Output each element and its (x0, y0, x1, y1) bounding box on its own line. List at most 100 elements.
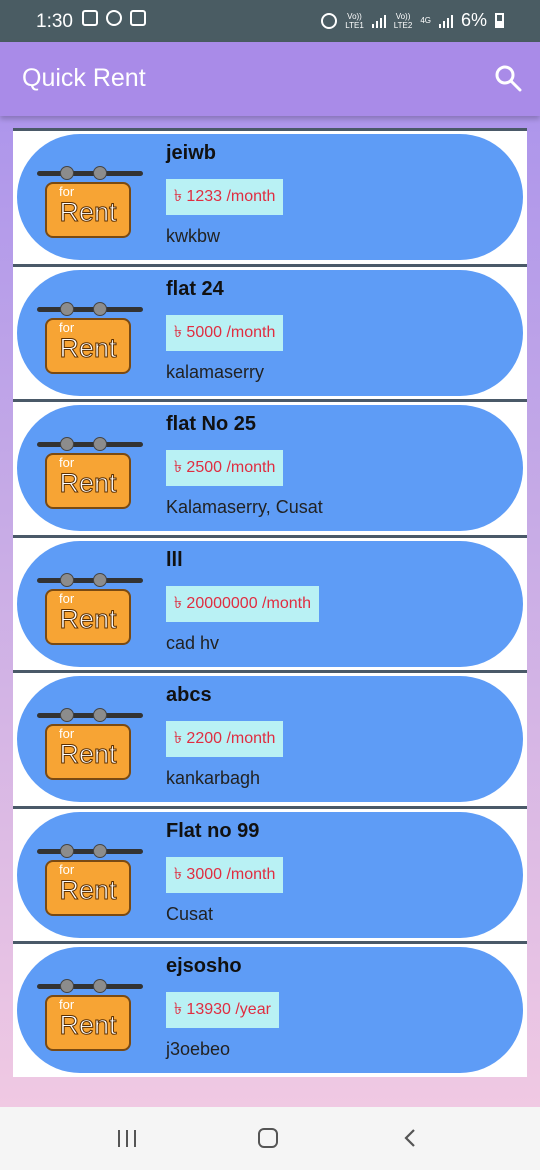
sign-rod (37, 848, 143, 854)
list-item[interactable]: for Rent flat 24 ৳ 5000 /month kalamaserry (13, 263, 527, 400)
list-item[interactable]: for Rent ejsosho ৳ 13930 /year j3oebeo (13, 941, 527, 1077)
home-icon[interactable] (258, 1128, 278, 1148)
listing-price: ৳ 2500 /month (166, 450, 284, 486)
sign-board: for Rent (45, 182, 131, 238)
listing-card[interactable]: for Rent flat 24 ৳ 5000 /month kalamaserry (17, 269, 523, 396)
listing-list[interactable]: for Rent jeiwb ৳ 1233 /month kwkbw for Rent fla… (13, 128, 527, 1077)
sign-hook (60, 572, 74, 587)
sign-hook (93, 437, 107, 451)
for-rent-sign-icon: for Rent (37, 301, 143, 376)
list-item[interactable]: for Rent lll ৳ 20000000 /month cad hv (13, 534, 527, 671)
listing-location: kankarbagh (166, 768, 261, 788)
sign-hook (93, 166, 107, 180)
sign-hook (93, 301, 107, 316)
sign-hook (60, 843, 74, 858)
listing-price: ৳ 20000000 /month (166, 585, 319, 622)
listing-location: kalamaserry (166, 361, 265, 382)
sign-rent-text: Rent (59, 468, 117, 499)
listing-card[interactable]: for Rent ejsosho ৳ 13930 /year j3oebeo (17, 947, 523, 1073)
sign-hook (60, 979, 74, 993)
listing-location: Cusat (166, 903, 214, 924)
network-type: 4G (420, 16, 431, 25)
for-rent-sign-icon: for Rent (37, 979, 143, 1053)
listing-title: flat No 25 (166, 413, 257, 435)
sign-hook (60, 708, 74, 722)
signal-icon (371, 14, 386, 28)
divider (13, 805, 527, 809)
app-content: Quick Rent for Rent jeiwb ৳ 1233 /month kwkb… (0, 42, 540, 1107)
listing-price: ৳ 1233 /month (166, 179, 284, 215)
battery-percent: 6% (460, 10, 487, 30)
listing-location: cad hv (166, 632, 220, 653)
sign-rod (37, 442, 143, 447)
listing-title: ejsosho (166, 955, 242, 977)
listing-card[interactable]: for Rent lll ৳ 20000000 /month cad hv (17, 540, 523, 667)
for-rent-sign-icon: for Rent (37, 572, 143, 647)
listing-card[interactable]: for Rent Flat no 99 ৳ 3000 /month Cusat (17, 811, 523, 938)
for-rent-sign-icon: for Rent (37, 708, 143, 782)
alarm-icon (321, 12, 338, 29)
app-title: Quick Rent (22, 64, 146, 92)
message-icon (130, 10, 146, 26)
divider (13, 128, 527, 131)
signal-icon (438, 14, 453, 28)
sign-rent-text: Rent (59, 603, 117, 634)
sign-hook (60, 437, 74, 451)
gallery-icon (82, 10, 98, 26)
divider (13, 263, 527, 267)
listing-title: lll (166, 548, 183, 571)
search-icon[interactable] (494, 64, 522, 92)
divider (13, 399, 527, 402)
sign-rod (37, 577, 143, 583)
sign-board: for Rent (45, 995, 131, 1051)
whatsapp-icon (106, 10, 122, 26)
sign-hook (93, 843, 107, 858)
sim2-label: Vo)) LTE2 (393, 11, 413, 30)
back-icon[interactable] (400, 1127, 422, 1149)
list-item[interactable]: for Rent Flat no 99 ৳ 3000 /month Cusat (13, 805, 527, 942)
battery-icon (495, 13, 504, 28)
sign-rent-text: Rent (59, 197, 117, 228)
listing-title: Flat no 99 (166, 819, 260, 842)
sign-hook (93, 979, 107, 993)
for-rent-sign-icon: for Rent (37, 437, 143, 511)
list-item[interactable]: for Rent flat No 25 ৳ 2500 /month Kalamaserr… (13, 399, 527, 535)
listing-location: kwkbw (166, 226, 221, 246)
listing-title: jeiwb (166, 142, 217, 164)
sign-rod (37, 713, 143, 718)
sign-hook (60, 166, 74, 180)
listing-card[interactable]: for Rent flat No 25 ৳ 2500 /month Kalamaserr… (17, 405, 523, 531)
sign-rent-text: Rent (59, 874, 117, 905)
status-bar: 1:30 Vo)) LTE1 Vo)) LTE2 4G 6% (0, 0, 540, 42)
divider (13, 941, 527, 944)
listing-card[interactable]: for Rent abcs ৳ 2200 /month kankarbagh (17, 676, 523, 802)
sign-hook (93, 572, 107, 587)
list-item[interactable]: for Rent abcs ৳ 2200 /month kankarbagh (13, 670, 527, 806)
list-item[interactable]: for Rent jeiwb ৳ 1233 /month kwkbw (13, 128, 527, 264)
sign-board: for Rent (45, 453, 131, 509)
sign-board: for Rent (45, 588, 131, 645)
listing-card[interactable]: for Rent jeiwb ৳ 1233 /month kwkbw (17, 134, 523, 260)
sign-hook (60, 301, 74, 316)
sign-board: for Rent (45, 859, 131, 916)
listing-location: Kalamaserry, Cusat (166, 497, 323, 517)
sign-rent-text: Rent (59, 739, 117, 770)
listing-price: ৳ 13930 /year (166, 992, 279, 1028)
status-time: 1:30 (36, 11, 73, 32)
listing-price: ৳ 5000 /month (166, 314, 284, 351)
for-rent-sign-icon: for Rent (37, 166, 143, 240)
listing-price: ৳ 2200 /month (166, 721, 284, 757)
navigation-bar (0, 1107, 540, 1170)
sign-rod (37, 171, 143, 176)
listing-location: j3oebeo (166, 1039, 231, 1059)
sign-board: for Rent (45, 317, 131, 374)
sim1-label: Vo)) LTE1 (345, 11, 364, 30)
sign-rent-text: Rent (59, 332, 117, 363)
notification-icons (82, 10, 146, 26)
recents-icon[interactable] (118, 1130, 138, 1147)
app-bar: Quick Rent (0, 42, 540, 116)
listing-title: flat 24 (166, 277, 224, 300)
listing-title: abcs (166, 684, 212, 706)
sign-rent-text: Rent (59, 1010, 117, 1041)
divider (13, 670, 527, 673)
